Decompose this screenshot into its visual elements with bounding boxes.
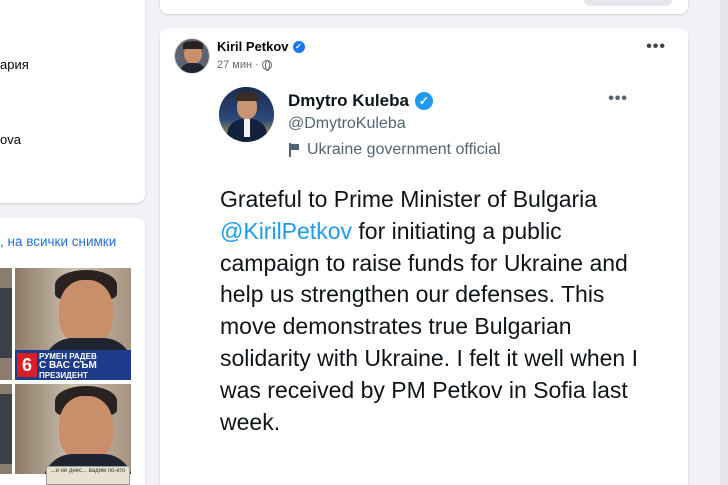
photo-thumbnail-1[interactable]: 6 РУМЕН РАДЕВ С ВАС СЪМ ПРЕЗИДЕНТ [15, 268, 131, 380]
photo-thumbnail-left-2[interactable] [0, 384, 12, 474]
previous-post-button[interactable] [584, 0, 672, 6]
government-label-text: Ukraine government official [307, 141, 501, 158]
flag-icon [288, 143, 300, 157]
more-options-icon[interactable]: ••• [646, 39, 666, 55]
avatar-suit [179, 63, 207, 73]
tweet-handle[interactable]: @DmytroKuleba [288, 115, 406, 133]
tweet-author-name[interactable]: Dmytro Kuleba [288, 91, 409, 111]
tweet-text-part-2: for initiating a public campaign to rais… [220, 217, 638, 435]
tv-badge-line-2: С ВАС СЪМ [39, 360, 97, 371]
sidebar-item-fragment-2[interactable]: ova [0, 132, 21, 147]
tv-badge-line-3: ПРЕЗИДЕНТ [39, 371, 88, 380]
post-time[interactable]: 27 мин [217, 59, 252, 71]
photo-thumbnail-left-1[interactable] [0, 268, 12, 380]
post-author: Kiril Petkov ✓ [217, 39, 305, 54]
globe-icon [261, 60, 272, 71]
post-meta: 27 мин · [217, 59, 272, 71]
left-sidebar-card [0, 0, 145, 203]
tv-badge-number: 6 [17, 353, 37, 377]
photo-figure [0, 288, 12, 358]
tweet-text-part-1: Grateful to Prime Minister of Bulgaria [220, 186, 598, 212]
tweet-author: Dmytro Kuleba ✓ [288, 91, 433, 111]
see-all-photos-link[interactable]: , на всички снимки [0, 234, 116, 249]
photo-face [59, 280, 113, 344]
meta-separator: · [255, 59, 259, 71]
photos-card: , на всички снимки 6 РУМЕН РАДЕВ С ВАС С… [0, 218, 145, 485]
verified-icon: ✓ [292, 40, 305, 53]
author-name[interactable]: Kiril Petkov [217, 39, 289, 54]
sidebar-item-fragment-1[interactable]: ария [0, 57, 29, 72]
tweet-text: Grateful to Prime Minister of Bulgaria @… [220, 184, 660, 438]
previous-post-card [160, 0, 688, 14]
avatar-hair [236, 92, 258, 101]
photo-figure [0, 394, 12, 464]
tweet-mention-link[interactable]: @KirilPetkov [220, 218, 352, 244]
page-scrollbar[interactable] [720, 0, 728, 485]
tv-badge: 6 РУМЕН РАДЕВ С ВАС СЪМ ПРЕЗИДЕНТ [15, 350, 131, 380]
photo-thumbnail-2[interactable] [15, 384, 131, 474]
government-label: Ukraine government official [288, 141, 501, 159]
post-card: Kiril Petkov ✓ 27 мин · ••• Dmytro Kuleb… [160, 28, 688, 485]
verified-icon: ✓ [414, 92, 433, 110]
tweet-author-avatar[interactable] [219, 87, 274, 142]
photo-face [59, 396, 113, 460]
bottom-logo: ...и не днес... вадим по-ето [46, 466, 130, 485]
tweet-more-icon[interactable]: ••• [608, 91, 628, 107]
author-avatar[interactable] [174, 38, 210, 74]
avatar-hair [183, 41, 203, 49]
avatar-shirt [244, 119, 250, 137]
tv-badge-text: РУМЕН РАДЕВ С ВАС СЪМ ПРЕЗИДЕНТ [39, 352, 97, 380]
